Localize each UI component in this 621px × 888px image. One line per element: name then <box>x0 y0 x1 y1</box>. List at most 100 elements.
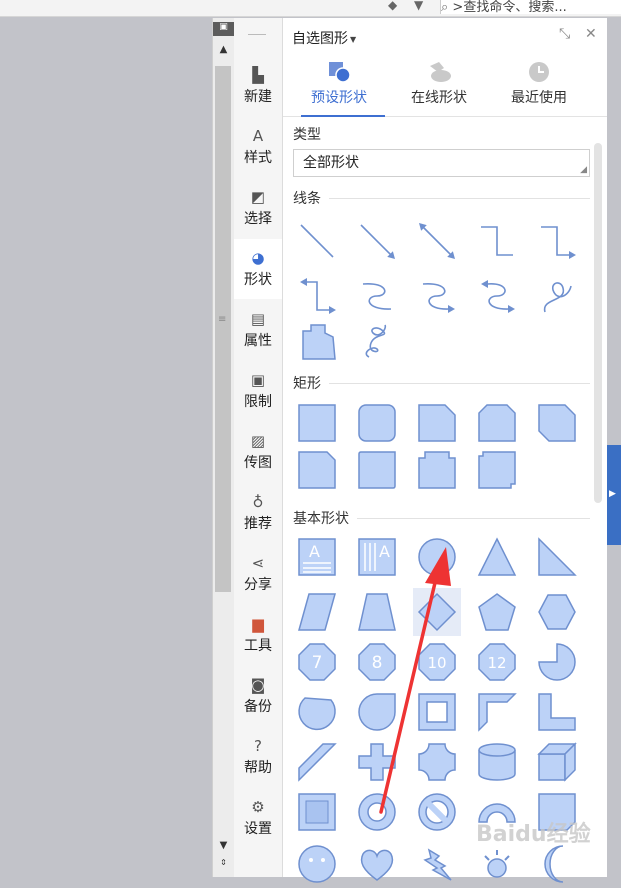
nav-tools[interactable]: ▆ 工具 <box>234 605 282 665</box>
decagon-shape[interactable]: 10 <box>413 638 461 686</box>
half-frame-shape[interactable] <box>473 688 521 736</box>
elbow-arrow-shape[interactable] <box>533 217 581 265</box>
snip-two-corner-rectangle-shape[interactable] <box>473 399 521 447</box>
top-toolbar: ◆ ▼ ⌕ >查找命令、搜索... <box>0 0 621 17</box>
round-diagonal-rectangle-shape[interactable] <box>473 446 521 494</box>
drag-handle[interactable] <box>248 34 266 35</box>
lock-icon: ▣ <box>250 371 266 389</box>
snip-corner-rectangle-shape[interactable] <box>413 399 461 447</box>
toolbar-icon[interactable]: ▼ <box>414 0 423 12</box>
watermark: Baidu经验 <box>476 822 591 847</box>
nav-image[interactable]: ▨ 传图 <box>234 422 282 482</box>
elbow-double-arrow-shape[interactable] <box>293 272 341 320</box>
collapse-icon[interactable]: ⤡ <box>559 26 570 42</box>
text-box-shape[interactable]: A <box>293 533 341 581</box>
nav-new[interactable]: ▙ 新建 <box>234 56 282 116</box>
can-shape[interactable] <box>473 738 521 786</box>
lightning-bolt-shape[interactable] <box>413 840 461 888</box>
diamond-shape[interactable] <box>413 588 461 636</box>
tab-recent[interactable]: 最近使用 <box>489 56 589 116</box>
vertical-text-box-shape[interactable]: A <box>353 533 401 581</box>
diagonal-stripe-shape[interactable] <box>293 738 341 786</box>
tab-preset-shapes[interactable]: 预设形状 <box>289 56 389 117</box>
toolbar-icon[interactable]: ◆ <box>388 0 397 12</box>
plaque-shape[interactable] <box>413 738 461 786</box>
curve-shape[interactable] <box>533 272 581 320</box>
scroll-up-arrow[interactable]: ▲ <box>213 44 234 55</box>
nav-style[interactable]: A 样式 <box>234 117 282 177</box>
freeform-shape[interactable] <box>293 317 341 365</box>
nav-share[interactable]: ⋖ 分享 <box>234 544 282 604</box>
decagon-shape-icon: 10 <box>418 643 456 681</box>
elbow-connector-shape[interactable] <box>473 217 521 265</box>
arrow-line-shape[interactable] <box>353 217 401 265</box>
cross-shape[interactable] <box>353 738 401 786</box>
l-shape[interactable] <box>533 688 581 736</box>
scribble-shape[interactable] <box>353 317 401 365</box>
curved-arrow-shape[interactable] <box>413 272 461 320</box>
svg-text:A: A <box>309 542 320 561</box>
nav-shape[interactable]: ◕ 形状 <box>234 239 282 299</box>
line-shape[interactable] <box>293 217 341 265</box>
section-rects: 矩形 <box>293 373 590 393</box>
command-search-input[interactable]: ⌕ >查找命令、搜索... <box>440 0 621 14</box>
oval-shape[interactable] <box>413 533 461 581</box>
bevel-shape[interactable] <box>293 788 341 836</box>
nav-help[interactable]: ? 帮助 <box>234 727 282 787</box>
right-triangle-shape-icon <box>538 537 577 576</box>
frame-shape[interactable] <box>413 688 461 736</box>
round-corner-rectangle-shape[interactable] <box>353 446 401 494</box>
type-label: 类型 <box>293 127 321 143</box>
pie-shape[interactable] <box>533 638 581 686</box>
donut-shape[interactable] <box>353 788 401 836</box>
donut-shape-icon <box>358 793 396 831</box>
smiley-face-shape[interactable] <box>293 840 341 888</box>
nav-limit[interactable]: ▣ 限制 <box>234 361 282 421</box>
pin-icon[interactable]: ▣ <box>213 22 234 36</box>
right-triangle-shape[interactable] <box>533 533 581 581</box>
heptagon-shape[interactable]: 7 <box>293 638 341 686</box>
triangle-shape[interactable] <box>473 533 521 581</box>
trapezoid-shape[interactable] <box>353 588 401 636</box>
cross-shape-icon <box>358 743 396 781</box>
teardrop-shape[interactable] <box>353 688 401 736</box>
snip-round-rectangle-shape[interactable] <box>293 446 341 494</box>
close-icon[interactable]: ✕ <box>585 26 597 42</box>
rectangle-shape-icon <box>298 404 336 442</box>
expand-icon[interactable]: ⇕ <box>213 858 234 867</box>
hexagon-shape[interactable] <box>533 588 581 636</box>
chord-shape[interactable] <box>293 688 341 736</box>
panel-title-dropdown[interactable]: 自选图形 ▼ <box>292 28 356 48</box>
rounded-rectangle-shape[interactable] <box>353 399 401 447</box>
scroll-down-arrow[interactable]: ▼ <box>213 840 234 851</box>
scrollbar-thumb[interactable] <box>215 66 231 592</box>
dodecagon-shape[interactable]: 12 <box>473 638 521 686</box>
rectangle-shape[interactable] <box>293 399 341 447</box>
curved-connector-shape[interactable] <box>353 272 401 320</box>
heart-shape[interactable] <box>353 840 401 888</box>
l-shape-icon <box>538 693 576 731</box>
octagon-shape[interactable]: 8 <box>353 638 401 686</box>
panel-title: 自选图形 <box>292 31 348 47</box>
panel-collapse-tab[interactable]: ▶ <box>607 445 621 545</box>
nav-recommend[interactable]: ♁ 推荐 <box>234 483 282 543</box>
cube-shape[interactable] <box>533 738 581 786</box>
parallelogram-shape[interactable] <box>293 588 341 636</box>
tab-online-shapes[interactable]: 在线形状 <box>389 56 489 116</box>
nav-settings[interactable]: ⚙ 设置 <box>234 788 282 848</box>
no-symbol-shape[interactable] <box>413 788 461 836</box>
pentagon-shape[interactable] <box>473 588 521 636</box>
snip-corner-rectangle-shape-icon <box>418 404 456 442</box>
shape-type-select[interactable]: 全部形状 ◢ <box>293 149 590 177</box>
double-arrow-line-shape-icon <box>419 223 455 259</box>
snip-diagonal-rectangle-shape[interactable] <box>533 399 581 447</box>
curved-double-arrow-shape[interactable] <box>473 272 521 320</box>
nav-select[interactable]: ◩ 选择 <box>234 178 282 238</box>
vertical-scrollbar[interactable]: ▣ ▲ ≡ ▼ ⇕ <box>212 18 234 877</box>
round-two-corner-rectangle-shape[interactable] <box>413 446 461 494</box>
nav-properties[interactable]: ▤ 属性 <box>234 300 282 360</box>
nav-backup[interactable]: ◙ 备份 <box>234 666 282 726</box>
divider <box>357 518 590 519</box>
panel-scrollbar[interactable] <box>594 143 602 503</box>
double-arrow-line-shape[interactable] <box>413 217 461 265</box>
